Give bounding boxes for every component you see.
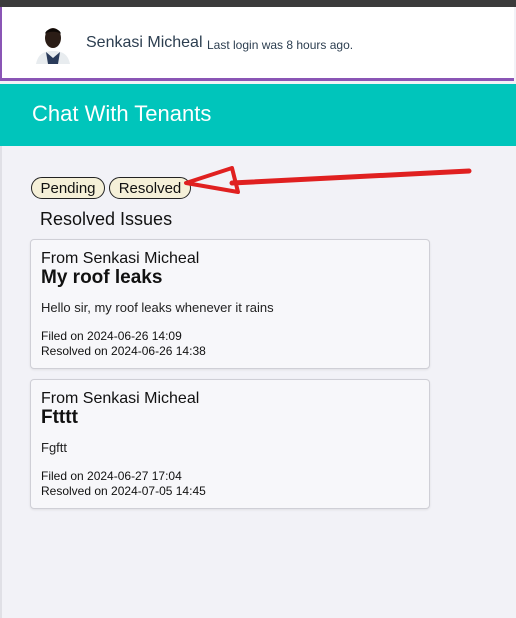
- top-dark-strip: [0, 0, 516, 7]
- pending-tab-button[interactable]: Pending: [31, 177, 105, 199]
- issue-from: From Senkasi Micheal: [41, 250, 200, 267]
- issue-filed-date: Filed on 2024-06-27 17:04: [41, 469, 182, 483]
- issue-resolved-date: Resolved on 2024-06-26 14:38: [41, 344, 206, 358]
- last-login-text: Last login was 8 hours ago.: [207, 38, 354, 52]
- issue-card: From Senkasi Micheal Ftttt Fgftt Filed o…: [30, 379, 430, 509]
- page-title: Chat With Tenants: [32, 101, 212, 126]
- section-title: Resolved Issues: [40, 209, 173, 229]
- page-header: Chat With Tenants: [0, 84, 516, 146]
- issue-resolved-date: Resolved on 2024-07-05 14:45: [41, 484, 206, 498]
- user-info-bar: Senkasi Micheal Last login was 8 hours a…: [0, 7, 514, 81]
- issue-message: Fgftt: [41, 440, 68, 455]
- issue-message: Hello sir, my roof leaks whenever it rai…: [41, 300, 274, 315]
- issue-subject: Ftttt: [41, 407, 78, 428]
- user-avatar: [32, 22, 74, 64]
- resolved-tab-button[interactable]: Resolved: [109, 177, 191, 199]
- issue-from: From Senkasi Micheal: [41, 390, 200, 407]
- issue-subject: My roof leaks: [41, 267, 163, 288]
- left-divider: [0, 146, 2, 618]
- issue-card: From Senkasi Micheal My roof leaks Hello…: [30, 239, 430, 369]
- issue-filed-date: Filed on 2024-06-26 14:09: [41, 329, 182, 343]
- user-name: Senkasi Micheal: [86, 34, 203, 51]
